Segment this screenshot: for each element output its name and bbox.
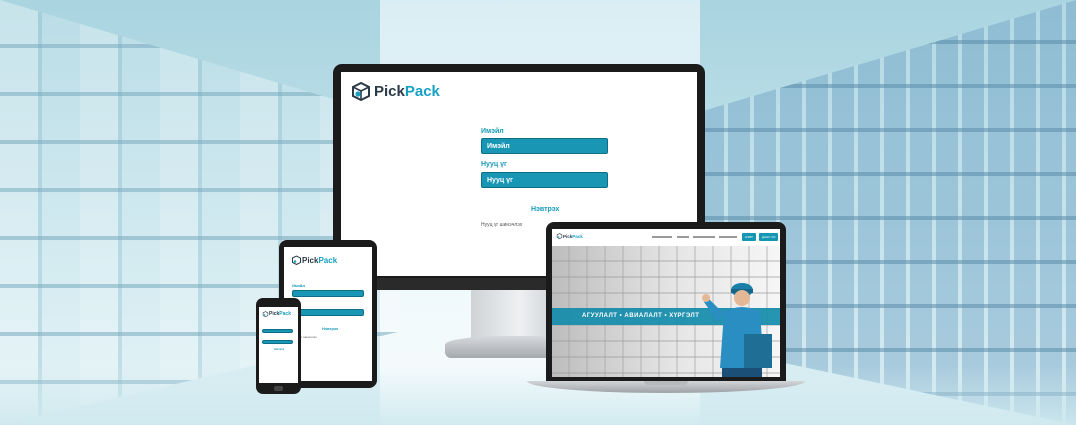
email-field[interactable]: Имэйл xyxy=(481,138,608,154)
courier-illustration xyxy=(702,283,772,377)
tablet-email-field[interactable] xyxy=(292,290,364,297)
hero-slogan: АГУУЛАЛТ • АВИАЛАЛТ • ХҮРГЭЛТ xyxy=(582,313,700,319)
nav-login-button[interactable]: НЭВТ xyxy=(742,233,756,241)
nav-item-4[interactable] xyxy=(719,236,737,238)
landing-navbar: PickPack НЭВТ ДАНС ЧИ xyxy=(552,229,780,247)
tablet-password-field[interactable] xyxy=(292,309,364,316)
phone-screen: PickPack Нэвтрэх xyxy=(259,307,298,383)
phone-brand-logo[interactable]: PickPack xyxy=(262,311,291,317)
laptop-box-logo-icon xyxy=(556,233,563,239)
nav-item-3[interactable] xyxy=(693,236,715,238)
phone-brand-name: PickPack xyxy=(269,311,291,317)
phone-device: PickPack Нэвтрэх xyxy=(256,298,301,394)
tablet-box-logo-icon xyxy=(292,255,301,265)
phone-login-button[interactable]: Нэвтрэх xyxy=(274,348,284,351)
nav-item-1[interactable] xyxy=(652,236,672,238)
phone-password-field[interactable] xyxy=(262,340,293,344)
password-label: Нууц үг xyxy=(481,161,507,168)
phone-email-field[interactable] xyxy=(262,329,293,333)
password-field[interactable]: Нууц үг xyxy=(481,172,608,188)
hero-banner: АГУУЛАЛТ • АВИАЛАЛТ • ХҮРГЭЛТ xyxy=(552,246,780,377)
brand-name: PickPack xyxy=(374,82,440,100)
email-label: Имэйл xyxy=(481,128,504,135)
laptop-brand-name: PickPack xyxy=(563,233,583,239)
box-logo-icon xyxy=(352,81,370,101)
tablet-brand-name: PickPack xyxy=(302,255,338,265)
tablet-brand-logo[interactable]: PickPack xyxy=(291,255,337,265)
warehouse-floor xyxy=(0,365,1076,425)
laptop-notch xyxy=(644,381,688,385)
laptop-brand-logo[interactable]: PickPack xyxy=(556,233,583,239)
brand-logo[interactable]: PickPack xyxy=(350,81,440,101)
tablet-email-label: Имэйл xyxy=(292,283,305,288)
laptop-screen: PickPack НЭВТ ДАНС ЧИ АГУУЛАЛТ • АВИАЛАЛ… xyxy=(552,229,780,377)
tablet-login-button[interactable]: Нэвтрэх xyxy=(322,326,338,331)
phone-home-button xyxy=(274,386,283,391)
nav-register-button[interactable]: ДАНС ЧИ xyxy=(759,233,779,241)
nav-item-2[interactable] xyxy=(677,236,689,238)
phone-box-logo-icon xyxy=(262,311,269,317)
login-button[interactable]: Нэвтрэх xyxy=(531,206,559,213)
laptop-device: PickPack НЭВТ ДАНС ЧИ АГУУЛАЛТ • АВИАЛАЛ… xyxy=(546,222,786,382)
forgot-password-link[interactable]: Нууц үг шинэчлэх xyxy=(481,222,522,228)
